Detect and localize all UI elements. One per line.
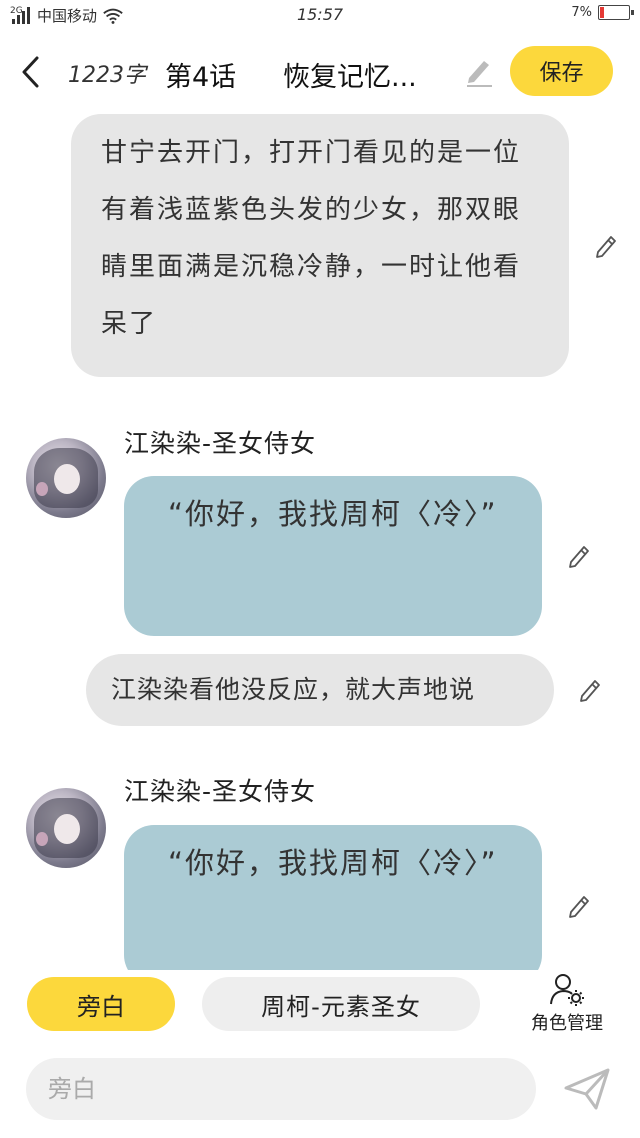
edit-pencil-icon[interactable]: [565, 890, 595, 920]
save-button[interactable]: 保存: [510, 46, 613, 96]
story-message-list[interactable]: 甘宁去开门，打开门看见的是一位有着浅蓝紫色头发的少女，那双眼睛里面满是沉稳冷静，…: [0, 108, 640, 970]
battery-icon: [598, 5, 634, 20]
dialogue-bubble[interactable]: “你好，我找周柯〈冷〉”: [124, 476, 542, 636]
edit-pencil-icon[interactable]: [565, 540, 595, 570]
character-chip[interactable]: 周柯-元素圣女: [202, 977, 480, 1031]
edit-pencil-icon[interactable]: [592, 230, 622, 260]
back-button[interactable]: [12, 52, 48, 92]
battery-percent: 7%: [571, 5, 592, 20]
chapter-number: 第4话: [165, 62, 237, 93]
clock: 15:57: [296, 5, 344, 24]
narration-bubble[interactable]: 甘宁去开门，打开门看见的是一位有着浅蓝紫色头发的少女，那双眼睛里面满是沉稳冷静，…: [71, 114, 569, 377]
dialogue-bubble[interactable]: “你好，我找周柯〈冷〉”: [124, 825, 542, 970]
status-bar: 2G 中国移动 15:57 7%: [0, 0, 640, 34]
user-settings-icon: [550, 974, 584, 1006]
speaker-selector: 旁白 周柯-元素圣女 角色管理: [0, 972, 640, 1042]
character-name: 江染染-圣女侍女: [124, 429, 317, 458]
edit-pencil-icon[interactable]: [576, 674, 606, 704]
narration-bubble[interactable]: 江染染看他没反应，就大声地说: [86, 654, 554, 726]
compose-bar: [0, 1050, 640, 1130]
character-avatar[interactable]: [26, 438, 106, 518]
narration-chip[interactable]: 旁白: [27, 977, 175, 1031]
edit-title-pencil-icon[interactable]: [462, 54, 496, 88]
chevron-left-icon: [22, 56, 39, 88]
message-input[interactable]: [26, 1058, 536, 1120]
chapter-title[interactable]: 恢复记忆...: [283, 55, 448, 94]
role-manage-button[interactable]: 角色管理: [515, 972, 619, 1038]
editor-header: 1223字 第4话 恢复记忆... 保存: [0, 40, 640, 104]
role-manage-label: 角色管理: [531, 1013, 603, 1034]
word-count: 1223字: [68, 63, 146, 88]
character-name: 江染染-圣女侍女: [124, 777, 317, 806]
send-icon[interactable]: [562, 1066, 612, 1112]
character-avatar[interactable]: [26, 788, 106, 868]
